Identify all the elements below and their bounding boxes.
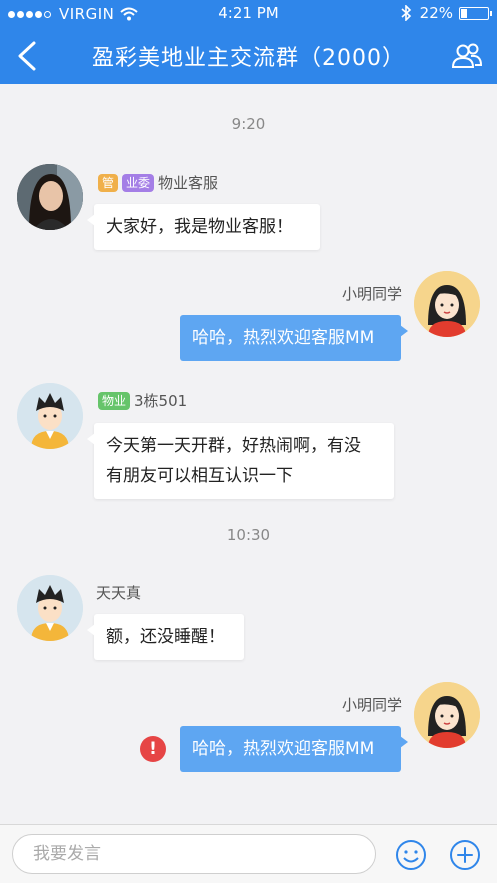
top-bar: VIRGIN 4:21 PM 22% 盈彩美地业主交流群（2000）: [0, 0, 497, 84]
status-bar: VIRGIN 4:21 PM 22%: [0, 0, 497, 28]
page-title: 盈彩美地业主交流群（2000）: [92, 46, 405, 71]
avatar-xiaoming[interactable]: [414, 682, 480, 748]
chat-area[interactable]: 9:20 管 业委 物业客服 大家好，我是物业客服！ 小明同学 哈哈，热烈欢迎客…: [0, 84, 497, 824]
message-bubble[interactable]: 哈哈，热烈欢迎客服MM: [180, 315, 408, 361]
smiley-icon[interactable]: [395, 839, 427, 871]
message-text-line: 今天第一天开群，好热闹啊，有没: [106, 436, 361, 456]
message-sender-name: 小明同学: [341, 696, 402, 714]
timestamp: 10:30: [226, 526, 271, 544]
avatar-xiaoming[interactable]: [414, 271, 480, 337]
status-right: 22%: [400, 4, 492, 22]
message-bubble[interactable]: 大家好，我是物业客服！: [87, 204, 320, 250]
committee-tag: 业委: [122, 173, 155, 192]
message-bubble[interactable]: 哈哈，热烈欢迎客服MM: [180, 726, 408, 772]
sender-name: 物业客服: [158, 174, 219, 192]
battery-percent: 22%: [419, 4, 453, 22]
message-text-line: 有朋友可以相互认识一下: [106, 466, 293, 486]
sender-name: 3栋501: [134, 392, 188, 410]
message-bubble[interactable]: 额，还没睡醒！: [87, 614, 244, 660]
plus-circle-icon[interactable]: [449, 839, 481, 871]
timestamp: 9:20: [231, 115, 266, 133]
group-members-icon[interactable]: [451, 40, 483, 72]
avatar-3-501[interactable]: [17, 383, 83, 449]
message-sender-name: 小明同学: [341, 285, 402, 303]
input-bar: [0, 824, 497, 883]
admin-tag: 管: [98, 173, 119, 192]
message-sender-row: 管 业委 物业客服: [98, 172, 218, 193]
back-chevron-icon[interactable]: [12, 38, 42, 74]
avatar-tiantianzhen[interactable]: [17, 575, 83, 641]
bluetooth-icon: [401, 5, 411, 21]
message-sender-name: 天天真: [96, 584, 142, 602]
send-failed-icon[interactable]: !: [140, 736, 166, 762]
message-bubble[interactable]: 今天第一天开群，好热闹啊，有没 有朋友可以相互认识一下: [87, 423, 394, 499]
avatar-customer-service[interactable]: [17, 164, 83, 230]
battery-icon: [459, 6, 492, 20]
message-input[interactable]: [12, 834, 376, 874]
battery-fill: [461, 8, 467, 18]
nav-bar: 盈彩美地业主交流群（2000）: [0, 28, 497, 84]
property-tag: 物业: [98, 391, 131, 410]
message-sender-row: 物业 3栋501: [98, 390, 187, 411]
